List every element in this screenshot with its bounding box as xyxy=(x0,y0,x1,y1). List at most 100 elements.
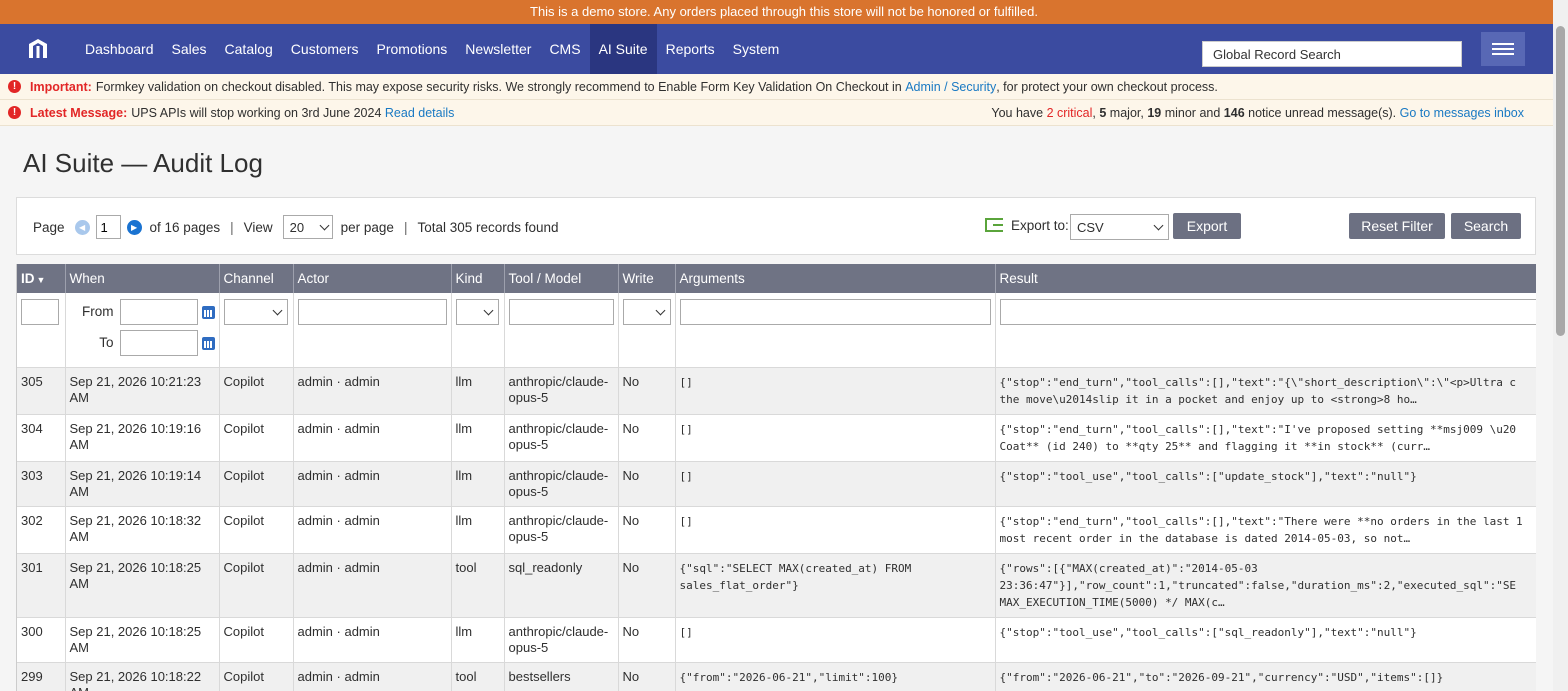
hamburger-menu-button[interactable] xyxy=(1481,32,1525,66)
column-header-write[interactable]: Write xyxy=(618,264,676,293)
table-row[interactable]: 300 Sep 21, 2026 10:18:25 AM Copilot admin … xyxy=(17,617,1536,663)
chevron-down-icon xyxy=(483,305,493,315)
header-row: ID ▼ When Channel Actor Kind Tool / Model… xyxy=(17,264,1536,293)
nav-item-sales[interactable]: Sales xyxy=(163,24,216,74)
scrollbar-thumb[interactable] xyxy=(1556,26,1565,336)
column-header-kind[interactable]: Kind xyxy=(451,264,505,293)
tool-filter-input[interactable] xyxy=(508,299,614,325)
cell-channel: Copilot xyxy=(219,553,294,618)
cell-write: No xyxy=(618,553,676,618)
column-header-result[interactable]: Result xyxy=(995,264,1536,293)
latest-message: ! Latest Message: UPS APIs will stop wor… xyxy=(0,100,1568,126)
global-search xyxy=(1202,41,1462,67)
nav-item-promotions[interactable]: Promotions xyxy=(367,24,456,74)
separator: | xyxy=(230,219,234,235)
page-number-input[interactable] xyxy=(95,215,121,239)
search-button[interactable]: Search xyxy=(1451,213,1521,239)
critical-count: 2 critical xyxy=(1046,106,1093,120)
id-filter-input[interactable] xyxy=(21,299,59,325)
table-row[interactable]: 299Sep 21, 2026 10:18:22 AMCopilotadmin … xyxy=(17,662,1536,691)
admin-security-link[interactable]: Admin / Security xyxy=(905,80,996,94)
date-to-input[interactable] xyxy=(119,330,198,356)
sort-desc-icon: ▼ xyxy=(36,275,46,285)
column-header-tool-model[interactable]: Tool / Model xyxy=(504,264,619,293)
nav-item-reports[interactable]: Reports xyxy=(657,24,724,74)
prev-page-icon[interactable]: ◀ xyxy=(74,219,90,235)
cell-write: No xyxy=(618,617,676,663)
cell-arguments: [] xyxy=(675,617,996,663)
calendar-icon[interactable] xyxy=(201,305,215,319)
notice-label: notice unread message(s). xyxy=(1248,106,1397,120)
column-header-arguments[interactable]: Arguments xyxy=(675,264,996,293)
cell-kind: llm xyxy=(451,506,505,554)
table-row[interactable]: 303 Sep 21, 2026 10:19:14 AM Copilot admin … xyxy=(17,461,1536,507)
cell-tool-model: anthropic/claude-opus-5 xyxy=(504,617,619,663)
cell-channel: Copilot xyxy=(219,617,294,663)
nav-item-catalog[interactable]: Catalog xyxy=(216,24,282,74)
nav-item-dashboard[interactable]: Dashboard xyxy=(76,24,163,74)
magento-logo[interactable] xyxy=(0,24,76,74)
calendar-icon[interactable] xyxy=(201,336,215,350)
cell-result: {"stop":"end_turn","tool_calls":[],"text… xyxy=(995,506,1536,554)
column-header-id[interactable]: ID ▼ xyxy=(17,264,66,293)
per-page-value: 20 xyxy=(289,219,305,235)
arguments-filter-input[interactable] xyxy=(679,299,991,325)
global-search-input[interactable] xyxy=(1202,41,1462,67)
table-row[interactable]: 302 Sep 21, 2026 10:18:32 AM Copilot admin … xyxy=(17,506,1536,554)
cell-when: Sep 21, 2026 10:21:23 AM xyxy=(65,367,220,415)
cell-actor: admin · admin xyxy=(293,662,452,691)
export-format-select[interactable]: CSV xyxy=(1070,214,1169,240)
cell-tool-model: anthropic/claude-opus-5 xyxy=(504,506,619,554)
export-button[interactable]: Export xyxy=(1173,213,1241,239)
cell-channel: Copilot xyxy=(219,461,294,507)
nav-item-newsletter[interactable]: Newsletter xyxy=(456,24,540,74)
important-text: Formkey validation on checkout disabled.… xyxy=(95,79,902,94)
cell-result: {"stop":"end_turn","tool_calls":[],"text… xyxy=(995,367,1536,415)
cell-id: 303 xyxy=(17,461,66,507)
cell-write: No xyxy=(618,506,676,554)
cell-id: 305 xyxy=(17,367,66,415)
cell-when: Sep 21, 2026 10:19:16 AM xyxy=(65,414,220,462)
read-details-link[interactable]: Read details xyxy=(385,106,455,120)
messages-inbox-link[interactable]: Go to messages inbox xyxy=(1400,106,1524,120)
page-scrollbar[interactable] xyxy=(1553,0,1568,691)
channel-filter-select[interactable] xyxy=(223,299,288,325)
nav-item-ai-suite[interactable]: AI Suite xyxy=(589,24,657,74)
table-row[interactable]: 304 Sep 21, 2026 10:19:16 AM Copilot admin … xyxy=(17,414,1536,462)
cell-tool-model: anthropic/claude-opus-5 xyxy=(504,461,619,507)
nav-item-cms[interactable]: CMS xyxy=(540,24,589,74)
column-header-when[interactable]: When xyxy=(65,264,220,293)
page-title: AI Suite — Audit Log xyxy=(23,148,263,178)
cell-write: No xyxy=(618,662,676,691)
cell-channel: Copilot xyxy=(219,414,294,462)
cell-kind: llm xyxy=(451,367,505,415)
to-label: To xyxy=(99,335,114,350)
write-filter-select[interactable] xyxy=(622,299,671,325)
cell-kind: llm xyxy=(451,617,505,663)
per-page-select[interactable]: 20 xyxy=(282,215,333,239)
table-row[interactable]: 301 Sep 21, 2026 10:18:25 AM Copilot admin … xyxy=(17,553,1536,618)
column-header-actor[interactable]: Actor xyxy=(293,264,452,293)
major-count: 5 xyxy=(1099,106,1107,120)
nav-item-customers[interactable]: Customers xyxy=(282,24,368,74)
column-header-channel[interactable]: Channel xyxy=(219,264,294,293)
cell-result: {"stop":"tool_use","tool_calls":["update… xyxy=(995,461,1536,507)
cell-result: {"from":"2026-06-21","to":"2026-09-21","… xyxy=(995,662,1536,691)
cell-when: Sep 21, 2026 10:18:22 AM xyxy=(65,662,220,691)
kind-filter-select[interactable] xyxy=(455,299,499,325)
actor-filter-input[interactable] xyxy=(297,299,447,325)
reset-filter-button[interactable]: Reset Filter xyxy=(1349,213,1445,239)
date-to-row: To xyxy=(70,330,215,356)
cell-write: No xyxy=(618,461,676,507)
table-row[interactable]: 305 Sep 21, 2026 10:21:23 AM Copilot admin … xyxy=(17,367,1536,415)
alert-icon: ! xyxy=(8,80,21,93)
result-filter-input[interactable] xyxy=(999,299,1536,325)
messages-summary: You have 2 critical, 5 major, 19 minor a… xyxy=(991,106,1524,120)
nav-item-system[interactable]: System xyxy=(724,24,789,74)
cell-channel: Copilot xyxy=(219,367,294,415)
latest-label: Latest Message: xyxy=(30,105,128,120)
next-page-icon[interactable]: ▶ xyxy=(126,219,142,235)
date-from-input[interactable] xyxy=(119,299,198,325)
cell-tool-model: anthropic/claude-opus-5 xyxy=(504,414,619,462)
cell-actor: admin · admin xyxy=(293,461,452,507)
